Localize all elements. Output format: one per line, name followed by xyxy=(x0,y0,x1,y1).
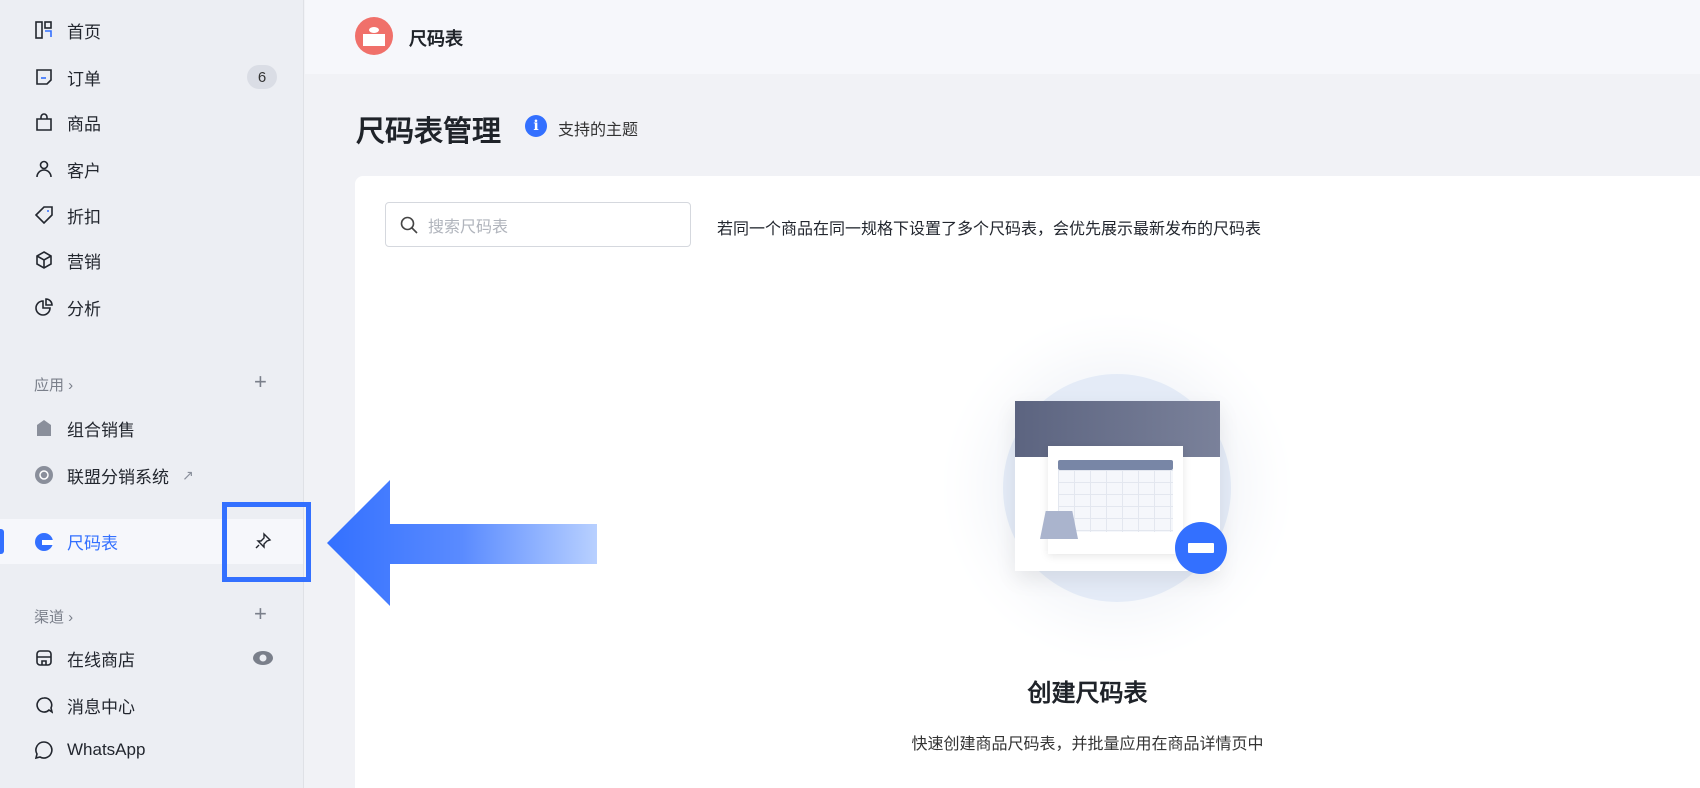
sidebar-item-label: WhatsApp xyxy=(67,740,146,759)
sidebar-item-label: 折扣 xyxy=(67,207,101,227)
supported-themes-link[interactable]: 支持的主题 xyxy=(558,116,638,140)
bundle-app-icon xyxy=(34,418,54,438)
sidebar: 首页 订单 6 商品 客户 折扣 营销 分析 应用 › + 组合销售 联盟分销系… xyxy=(0,0,311,788)
app-name: 尺码表 xyxy=(409,29,463,49)
app-header: 尺码表 xyxy=(305,0,1700,74)
pie-icon xyxy=(34,297,54,317)
size-chart-logo xyxy=(355,17,393,55)
empty-state-description: 快速创建商品尺码表，并批量应用在商品详情页中 xyxy=(911,736,1264,753)
sidebar-item-customers[interactable]: 客户 xyxy=(0,147,303,191)
cube-icon xyxy=(34,250,54,270)
page-title: 尺码表管理 xyxy=(356,116,502,148)
whatsapp-icon xyxy=(34,740,54,760)
sidebar-item-label: 营销 xyxy=(67,252,101,272)
empty-state-title: 创建尺码表 xyxy=(1027,680,1148,707)
sidebar-item-label: 消息中心 xyxy=(67,697,135,717)
order-count-badge: 6 xyxy=(247,65,277,89)
external-link-icon: ↗ xyxy=(182,466,194,483)
sidebar-item-products[interactable]: 商品 xyxy=(0,100,303,144)
sidebar-item-analytics[interactable]: 分析 xyxy=(0,285,303,329)
shopping-bag-graphic xyxy=(1040,511,1078,539)
home-icon xyxy=(34,20,54,40)
ruler-icon xyxy=(1175,522,1227,574)
search-input[interactable]: 搜索尺码表 xyxy=(385,202,691,247)
sidebar-item-label: 商品 xyxy=(67,114,101,134)
active-indicator xyxy=(0,529,4,554)
hint-text: 若同一个商品在同一规格下设置了多个尺码表，会优先展示最新发布的尺码表 xyxy=(717,221,1262,238)
apps-section-label[interactable]: 应用 › xyxy=(34,374,73,395)
channels-section-label[interactable]: 渠道 › xyxy=(34,606,73,627)
sidebar-item-label: 组合销售 xyxy=(67,420,135,440)
tag-icon xyxy=(34,205,54,225)
eye-icon[interactable] xyxy=(252,650,274,666)
sidebar-item-orders[interactable]: 订单 6 xyxy=(0,55,303,99)
sidebar-item-bundle-sales[interactable]: 组合销售 xyxy=(0,406,303,450)
bag-icon xyxy=(34,112,54,132)
sidebar-item-label: 首页 xyxy=(67,22,101,42)
apps-section-text: 应用 xyxy=(34,377,65,394)
sidebar-item-discounts[interactable]: 折扣 xyxy=(0,193,303,237)
chat-icon xyxy=(34,695,54,715)
add-app-button[interactable]: + xyxy=(254,369,267,395)
sidebar-item-marketing[interactable]: 营销 xyxy=(0,238,303,282)
user-icon xyxy=(34,159,54,179)
sidebar-item-label: 在线商店 xyxy=(67,650,135,670)
pointer-arrow xyxy=(327,480,599,606)
size-chart-app-icon xyxy=(34,532,54,552)
sidebar-item-label: 联盟分销系统 xyxy=(67,467,169,487)
search-placeholder: 搜索尺码表 xyxy=(428,218,509,236)
sidebar-item-home[interactable]: 首页 xyxy=(0,8,303,52)
highlight-box xyxy=(222,502,311,582)
store-icon xyxy=(34,648,54,668)
info-icon[interactable]: i xyxy=(525,115,547,137)
search-icon xyxy=(400,216,418,234)
sidebar-item-label: 订单 xyxy=(67,69,101,89)
add-channel-button[interactable]: + xyxy=(254,601,267,627)
channels-section-text: 渠道 xyxy=(34,609,65,626)
sidebar-item-label: 客户 xyxy=(67,161,101,181)
sidebar-item-affiliate[interactable]: 联盟分销系统 ↗ xyxy=(0,453,303,497)
order-icon xyxy=(34,67,54,87)
affiliate-app-icon xyxy=(34,465,54,485)
sidebar-item-label: 尺码表 xyxy=(67,534,118,553)
sidebar-item-label: 分析 xyxy=(67,299,101,319)
empty-illustration xyxy=(1003,374,1231,602)
